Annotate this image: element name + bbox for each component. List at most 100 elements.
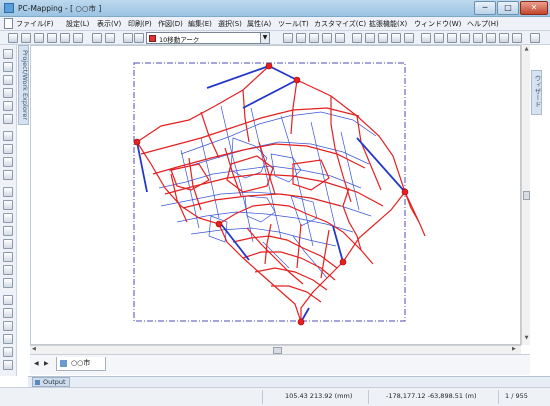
wizard-label: ウィザード [533, 75, 541, 108]
maximize-button[interactable]: □ [497, 1, 519, 15]
polygon-tool-icon[interactable] [296, 33, 306, 43]
document-icon[interactable] [4, 18, 13, 29]
menu-view[interactable]: 表示(V) [97, 19, 121, 29]
topology-icon[interactable] [391, 33, 401, 43]
merge-icon[interactable] [3, 170, 13, 180]
toolbar: 10移動アーク ▼ [0, 31, 550, 45]
menu-customize[interactable]: カスタマイズ(C) [314, 19, 366, 29]
page-copy-icon[interactable] [499, 33, 509, 43]
edit-vertex-icon[interactable] [3, 144, 13, 154]
horizontal-scroll-thumb[interactable] [273, 347, 282, 354]
attribute-icon[interactable] [404, 33, 414, 43]
menu-draw[interactable]: 作図(D) [158, 19, 183, 29]
horizontal-scrollbar[interactable]: ◀ ▶ [30, 345, 521, 354]
tab-city[interactable]: ○○市 [56, 357, 106, 371]
move-icon[interactable] [3, 187, 13, 197]
node-point[interactable] [293, 76, 301, 84]
scroll-up-icon[interactable]: ▲ [522, 46, 531, 52]
map-coordinates: -178,177.12 -63,898.51 (m) [386, 392, 477, 400]
page-prev-icon[interactable] [473, 33, 483, 43]
menu-select[interactable]: 選択(S) [218, 19, 242, 29]
chevron-down-icon[interactable]: ▼ [260, 33, 269, 43]
zoom-prev-icon[interactable] [3, 226, 13, 236]
map-drawing[interactable] [31, 46, 522, 346]
window-cascade-icon[interactable] [434, 33, 444, 43]
refresh-icon[interactable] [3, 101, 13, 111]
wizard-tab[interactable]: ウィザード [531, 70, 542, 115]
arc-tool-icon[interactable] [283, 33, 293, 43]
search-icon[interactable] [92, 33, 102, 43]
menu-help[interactable]: ヘルプ(H) [467, 19, 499, 29]
close-button[interactable]: ✕ [520, 1, 548, 15]
layer-color-icon[interactable] [134, 33, 144, 43]
menu-edit[interactable]: 編集(E) [188, 19, 212, 29]
select-tool-icon[interactable] [3, 49, 13, 59]
output-panel-bar: Output [28, 376, 550, 387]
new-file-icon[interactable] [8, 33, 18, 43]
window-tile-icon[interactable] [421, 33, 431, 43]
map-canvas[interactable] [30, 45, 521, 345]
save-icon[interactable] [34, 33, 44, 43]
vertical-scrollbar[interactable]: ▲ ▼ [521, 45, 530, 345]
page-delete-icon[interactable] [512, 33, 522, 43]
menu-attribute[interactable]: 属性(A) [247, 19, 271, 29]
measure-distance-icon[interactable] [3, 239, 13, 249]
menu-window[interactable]: ウィンドウ(W) [414, 19, 461, 29]
mesh-icon[interactable] [365, 33, 375, 43]
menu-extensions[interactable]: 拡張機能(X) [369, 19, 407, 29]
scroll-down-icon[interactable]: ▼ [522, 335, 531, 341]
copy-icon[interactable] [3, 200, 13, 210]
pan-tool-icon[interactable] [3, 62, 13, 72]
menu-file[interactable]: ファイル(F) [16, 19, 54, 29]
grid-icon[interactable] [3, 321, 13, 331]
output-tab[interactable]: Output [32, 377, 70, 387]
menu-settings[interactable]: 設定(L) [66, 19, 89, 29]
node-point[interactable] [297, 318, 305, 326]
draw-arc-icon[interactable] [3, 114, 13, 124]
node-point[interactable] [339, 258, 347, 266]
print-preview-icon[interactable] [73, 33, 83, 43]
node-point[interactable] [401, 188, 409, 196]
layer-select[interactable]: 10移動アーク ▼ [146, 32, 270, 44]
scale-icon[interactable] [3, 360, 13, 370]
node-point[interactable] [133, 138, 141, 146]
minimize-button[interactable]: ─ [474, 1, 496, 15]
menu-tools[interactable]: ツール(T) [278, 19, 309, 29]
page-next-icon[interactable] [460, 33, 470, 43]
raster-icon[interactable] [3, 334, 13, 344]
project-explorer-tab[interactable]: Project/Work Explorer [18, 45, 29, 125]
draw-text-icon[interactable] [3, 131, 13, 141]
zoom-in-icon[interactable] [3, 75, 13, 85]
page-icon[interactable] [447, 33, 457, 43]
node-icon[interactable] [378, 33, 388, 43]
settings-icon[interactable] [105, 33, 115, 43]
print-icon[interactable] [60, 33, 70, 43]
page-list-icon[interactable] [486, 33, 496, 43]
point-tool-icon[interactable] [309, 33, 319, 43]
layer-icon[interactable] [123, 33, 133, 43]
zoom-window-icon[interactable] [3, 213, 13, 223]
tab-prev-icon[interactable]: ◀ [34, 360, 39, 367]
node-point[interactable] [215, 220, 223, 228]
status-divider [368, 390, 369, 404]
snap-icon[interactable] [3, 278, 13, 288]
text-tool-icon[interactable] [322, 33, 332, 43]
scroll-left-icon[interactable]: ◀ [32, 346, 36, 352]
target-icon[interactable] [3, 295, 13, 305]
menu-print[interactable]: 印刷(P) [128, 19, 152, 29]
save-as-icon[interactable] [47, 33, 57, 43]
measure-icon[interactable] [352, 33, 362, 43]
tab-next-icon[interactable]: ▶ [44, 360, 49, 367]
layer-panel-icon[interactable] [3, 347, 13, 357]
help-icon[interactable] [530, 33, 540, 43]
node-point[interactable] [265, 62, 273, 70]
split-icon[interactable] [3, 157, 13, 167]
image-icon[interactable] [3, 308, 13, 318]
link-tool-icon[interactable] [335, 33, 345, 43]
pin-icon[interactable] [3, 265, 13, 275]
vertical-scroll-thumb[interactable] [523, 191, 530, 200]
measure-area-icon[interactable] [3, 252, 13, 262]
open-file-icon[interactable] [21, 33, 31, 43]
zoom-out-icon[interactable] [3, 88, 13, 98]
scroll-right-icon[interactable]: ▶ [512, 346, 516, 352]
